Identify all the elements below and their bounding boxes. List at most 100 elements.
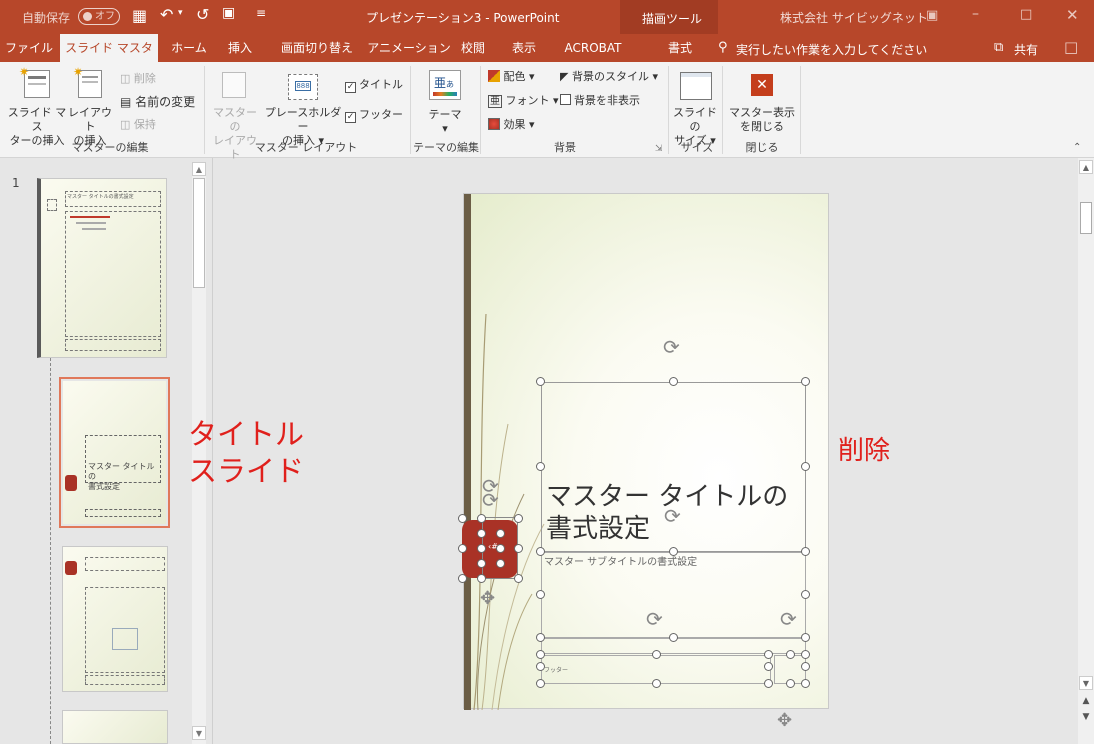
- collapse-ribbon-icon[interactable]: ⌃: [1073, 142, 1081, 153]
- resize-handle[interactable]: [764, 679, 773, 688]
- share-button[interactable]: 共有: [1014, 41, 1038, 58]
- resize-handle[interactable]: [801, 650, 810, 659]
- resize-handle[interactable]: [801, 590, 810, 599]
- resize-handle[interactable]: [458, 514, 467, 523]
- resize-handle[interactable]: [801, 377, 810, 386]
- resize-handle[interactable]: [786, 679, 795, 688]
- customize-qat-icon[interactable]: ≡: [256, 6, 266, 20]
- previous-slide-icon[interactable]: ▲: [1079, 694, 1093, 708]
- resize-handle[interactable]: [536, 650, 545, 659]
- save-icon[interactable]: ▦: [132, 6, 147, 25]
- main-scrollbar[interactable]: ▲ ▼ ▲ ▼: [1078, 158, 1094, 744]
- tab-home[interactable]: ホーム: [164, 34, 214, 62]
- thumbnail-layout-3[interactable]: [62, 710, 168, 744]
- undo-icon[interactable]: ↶: [160, 5, 173, 24]
- resize-handle[interactable]: [786, 650, 795, 659]
- resize-handle[interactable]: [669, 377, 678, 386]
- scroll-down-arrow-icon[interactable]: ▼: [192, 726, 206, 740]
- rotate-handle-icon[interactable]: ⟳: [663, 337, 680, 357]
- rotate-handle-icon[interactable]: ⟳: [664, 506, 681, 526]
- scroll-thumb[interactable]: [193, 178, 205, 288]
- scroll-down-arrow-icon[interactable]: ▼: [1079, 676, 1093, 690]
- slide-canvas[interactable]: マスター タイトルの 書式設定 マスター サブタイトルの書式設定 フッター ‹#›: [458, 193, 829, 731]
- thumbnail-slide-master[interactable]: マスター タイトルの書式設定: [37, 178, 167, 358]
- resize-handle[interactable]: [477, 544, 486, 553]
- share-icon[interactable]: ⧉: [994, 40, 1003, 55]
- rotate-handle-icon[interactable]: ⟳: [780, 609, 797, 629]
- resize-handle[interactable]: [801, 633, 810, 642]
- delete-button[interactable]: ◫ 削除: [120, 72, 156, 86]
- tab-file[interactable]: ファイル: [4, 34, 54, 62]
- resize-handle[interactable]: [458, 544, 467, 553]
- next-slide-icon[interactable]: ▼: [1079, 710, 1093, 724]
- resize-handle[interactable]: [652, 650, 661, 659]
- effects-button[interactable]: 効果 ▾: [488, 118, 535, 132]
- resize-handle[interactable]: [496, 559, 505, 568]
- subtitle-placeholder[interactable]: マスター サブタイトルの書式設定: [541, 552, 806, 638]
- scroll-up-arrow-icon[interactable]: ▲: [192, 162, 206, 176]
- tab-review[interactable]: 校閲: [454, 34, 492, 62]
- comments-icon[interactable]: □: [1064, 38, 1078, 56]
- resize-handle[interactable]: [652, 679, 661, 688]
- resize-handle[interactable]: [477, 559, 486, 568]
- resize-handle[interactable]: [669, 633, 678, 642]
- tab-view[interactable]: 表示: [502, 34, 546, 62]
- resize-handle[interactable]: [536, 679, 545, 688]
- maximize-icon[interactable]: □: [1020, 7, 1032, 22]
- ribbon-display-options-icon[interactable]: ▣: [926, 8, 938, 23]
- resize-handle[interactable]: [477, 514, 486, 523]
- colors-button[interactable]: 配色 ▾: [488, 70, 535, 84]
- resize-handle[interactable]: [801, 547, 810, 556]
- resize-handle[interactable]: [536, 547, 545, 556]
- resize-handle[interactable]: [514, 574, 523, 583]
- tab-transitions[interactable]: 画面切り替え: [272, 34, 362, 62]
- hide-background-checkbox[interactable]: 背景を非表示: [560, 94, 640, 108]
- resize-handle[interactable]: [536, 590, 545, 599]
- close-icon[interactable]: ✕: [1066, 6, 1079, 24]
- rename-button[interactable]: ▤ 名前の変更: [120, 95, 195, 109]
- tell-me-input[interactable]: 実行したい作業を入力してください: [736, 41, 927, 58]
- thumbnail-layout-2[interactable]: [62, 546, 168, 692]
- themes-button[interactable]: テーマ ▾: [418, 108, 472, 136]
- account-name[interactable]: 株式会社 サイビッグネット: [780, 9, 928, 26]
- redo-icon[interactable]: ↺: [196, 5, 209, 24]
- resize-handle[interactable]: [458, 574, 467, 583]
- resize-handle[interactable]: [477, 529, 486, 538]
- resize-handle[interactable]: [536, 462, 545, 471]
- resize-handle[interactable]: [536, 377, 545, 386]
- resize-handle[interactable]: [514, 544, 523, 553]
- resize-handle[interactable]: [801, 679, 810, 688]
- resize-handle[interactable]: [764, 650, 773, 659]
- resize-handle[interactable]: [801, 662, 810, 671]
- resize-handle[interactable]: [477, 574, 486, 583]
- tab-acrobat[interactable]: ACROBAT: [556, 34, 630, 62]
- move-handle-icon[interactable]: ✥: [480, 589, 495, 609]
- resize-handle[interactable]: [514, 514, 523, 523]
- rotate-handle-icon[interactable]: ⟳: [646, 609, 663, 629]
- footer-checkbox[interactable]: ✓ フッター: [345, 108, 403, 123]
- scroll-thumb[interactable]: [1080, 202, 1092, 234]
- resize-handle[interactable]: [496, 529, 505, 538]
- fonts-button[interactable]: 亜 フォント ▾: [488, 94, 559, 109]
- resize-handle[interactable]: [669, 547, 678, 556]
- background-styles-button[interactable]: ◤ 背景のスタイル ▾: [560, 70, 658, 84]
- rotate-handle-icon[interactable]: ⟳: [482, 490, 499, 510]
- tab-format[interactable]: 書式: [654, 34, 706, 62]
- minimize-icon[interactable]: –: [972, 6, 979, 22]
- preserve-button[interactable]: ◫ 保持: [120, 118, 156, 132]
- move-handle-icon[interactable]: ✥: [777, 711, 792, 731]
- scroll-up-arrow-icon[interactable]: ▲: [1079, 160, 1093, 174]
- resize-handle[interactable]: [496, 544, 505, 553]
- resize-handle[interactable]: [764, 662, 773, 671]
- start-from-beginning-icon[interactable]: ▣: [222, 5, 235, 21]
- resize-handle[interactable]: [536, 633, 545, 642]
- resize-handle[interactable]: [536, 662, 545, 671]
- undo-dropdown-icon[interactable]: ▾: [178, 8, 183, 18]
- tab-slide-master[interactable]: スライド マスター: [60, 34, 158, 83]
- thumbnail-title-slide-layout[interactable]: マスター タイトルの 書式設定: [59, 377, 170, 528]
- resize-handle[interactable]: [801, 462, 810, 471]
- title-checkbox[interactable]: ✓ タイトル: [345, 78, 403, 93]
- tab-insert[interactable]: 挿入: [218, 34, 262, 62]
- close-master-view-button[interactable]: マスター表示 を閉じる: [726, 106, 798, 134]
- autosave-toggle[interactable]: オフ: [78, 8, 120, 25]
